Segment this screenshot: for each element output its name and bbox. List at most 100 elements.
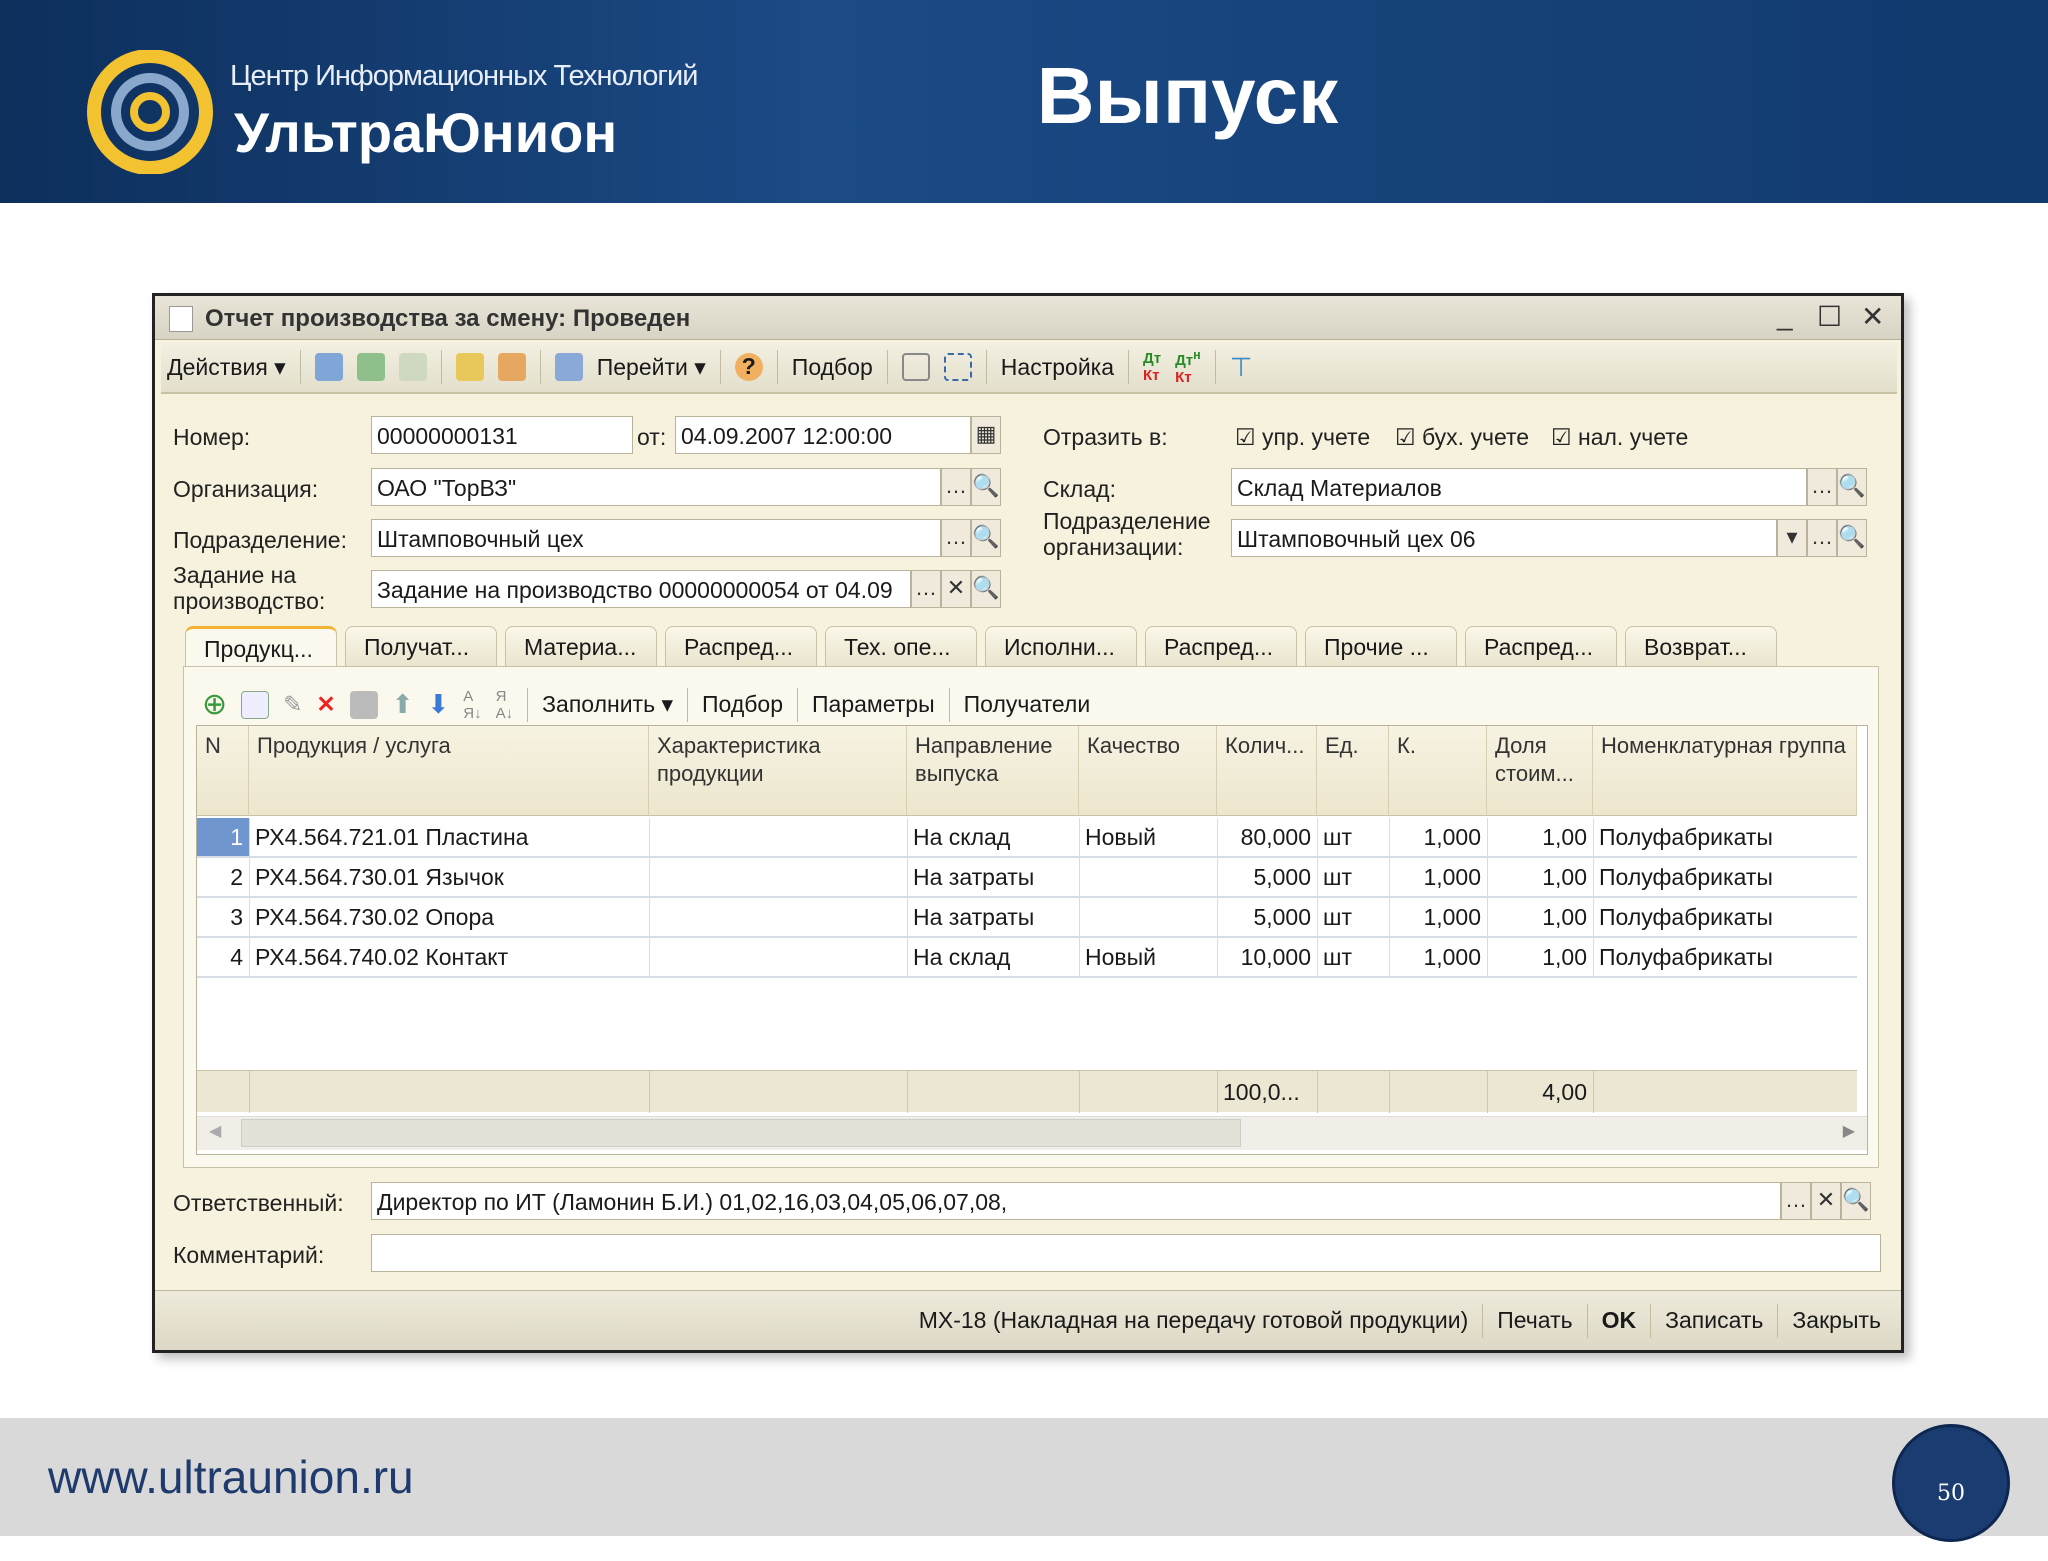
task-clear-icon[interactable]: ✕ <box>941 570 971 608</box>
warehouse-search-icon[interactable]: 🔍 <box>1837 468 1867 506</box>
org-dept-select-button[interactable]: … <box>1807 519 1837 557</box>
check-tax[interactable]: ☑ нал. учете <box>1551 424 1688 450</box>
sort-desc-icon[interactable]: Я А↓ <box>496 688 514 722</box>
delete-icon[interactable]: ✕ <box>316 691 335 718</box>
goto-menu[interactable]: Перейти ▾ <box>597 354 706 381</box>
slide-header: Центр Информационных Технологий УльтраЮн… <box>0 0 2048 203</box>
org-field[interactable]: ОАО "ТорВЗ" <box>371 468 941 506</box>
check-mgmt[interactable]: ☑ упр. учете <box>1235 424 1370 450</box>
tab-materials[interactable]: Материа... <box>505 626 657 666</box>
structure-icon[interactable] <box>554 353 583 381</box>
scroll-right-icon[interactable]: ▶ <box>1843 1121 1855 1141</box>
ok-button[interactable]: OK <box>1602 1307 1637 1334</box>
copy-icon[interactable] <box>398 353 427 381</box>
check-acct[interactable]: ☑ бух. учете <box>1395 424 1529 450</box>
org-select-button[interactable]: … <box>941 468 971 506</box>
settings-button[interactable]: Настройка <box>1001 354 1114 381</box>
dt-kt-icon[interactable]: Дт Кт <box>1143 350 1161 384</box>
print-button[interactable]: Печать <box>1497 1307 1572 1334</box>
table-cell <box>649 858 907 896</box>
end-edit-icon[interactable] <box>349 690 378 719</box>
check-tax-label: нал. учете <box>1578 424 1689 450</box>
column-header[interactable]: К. <box>1389 726 1487 816</box>
help-icon[interactable]: ? <box>734 353 763 381</box>
website-url[interactable]: www.ultraunion.ru <box>48 1450 414 1504</box>
tab-other[interactable]: Прочие ... <box>1305 626 1457 666</box>
calendar-icon[interactable]: ▦ <box>971 416 1001 454</box>
task-select-button[interactable]: … <box>911 570 941 608</box>
number-field[interactable]: 00000000131 <box>371 416 633 454</box>
tab-returns[interactable]: Возврат... <box>1625 626 1777 666</box>
parameters-button[interactable]: Параметры <box>812 691 935 718</box>
org-dept-search-icon[interactable]: 🔍 <box>1837 519 1867 557</box>
table-row[interactable]: 2 РХ4.564.730.01 Язычок На затраты 5,000 шт 1… <box>197 858 1857 898</box>
responsible-select-button[interactable]: … <box>1781 1182 1811 1220</box>
horizontal-scrollbar[interactable]: ◀ ▶ <box>197 1116 1867 1150</box>
recipients-button[interactable]: Получатели <box>964 691 1091 718</box>
tab-tech-operations[interactable]: Тех. опе... <box>825 626 977 666</box>
warehouse-select-button[interactable]: … <box>1807 468 1837 506</box>
fill-menu[interactable]: Заполнить ▾ <box>542 691 673 718</box>
close-window-button[interactable]: ✕ <box>1861 300 1884 333</box>
comment-field[interactable] <box>371 1234 1881 1272</box>
filter-icon[interactable]: ⊤ <box>1230 352 1253 383</box>
task-field[interactable]: Задание на производство 00000000054 от 0… <box>371 570 911 608</box>
add-icon[interactable]: ⊕ <box>202 687 227 722</box>
minimize-button[interactable]: _ <box>1777 300 1793 332</box>
responsible-clear-icon[interactable]: ✕ <box>1811 1182 1841 1220</box>
post-icon[interactable] <box>314 353 343 381</box>
column-header[interactable]: Характеристика продукции <box>649 726 907 816</box>
column-header[interactable]: Ед. <box>1317 726 1389 816</box>
column-header[interactable]: Номенклатурная группа <box>1593 726 1857 816</box>
dt-kt-tax-icon[interactable]: Дтн Кт <box>1175 348 1201 386</box>
dept-label: Подразделение: <box>173 527 347 553</box>
org-search-icon[interactable]: 🔍 <box>971 468 1001 506</box>
tab-recipients[interactable]: Получат... <box>345 626 497 666</box>
table-cell: РХ4.564.740.02 Контакт <box>255 944 509 970</box>
refresh-icon[interactable] <box>356 353 385 381</box>
sort-asc-icon[interactable]: А Я↓ <box>463 688 481 722</box>
dept-search-icon[interactable]: 🔍 <box>971 519 1001 557</box>
table-selection-button[interactable]: Подбор <box>702 691 783 718</box>
edit-icon[interactable]: ✎ <box>283 691 302 718</box>
list-icon[interactable] <box>901 353 930 381</box>
tab-distribution-3[interactable]: Распред... <box>1465 626 1617 666</box>
dept-select-button[interactable]: … <box>941 519 971 557</box>
date-field[interactable]: 04.09.2007 12:00:00 <box>675 416 971 454</box>
column-header[interactable]: Качество <box>1079 726 1217 816</box>
input-based-icon[interactable] <box>455 353 484 381</box>
move-up-icon[interactable]: ⬆ <box>392 689 414 720</box>
dept-field[interactable]: Штамповочный цех <box>371 519 941 557</box>
responsible-field[interactable]: Директор по ИТ (Ламонин Б.И.) 01,02,16,0… <box>371 1182 1781 1220</box>
org-dept-dropdown[interactable]: ▾ <box>1777 519 1807 557</box>
column-header[interactable]: N <box>197 726 249 816</box>
task-search-icon[interactable]: 🔍 <box>971 570 1001 608</box>
org-dept-field[interactable]: Штамповочный цех 06 <box>1231 519 1777 557</box>
move-down-icon[interactable]: ⬇ <box>428 689 450 720</box>
columns-icon[interactable] <box>943 353 972 381</box>
responsible-search-icon[interactable]: 🔍 <box>1841 1182 1871 1220</box>
tab-executors[interactable]: Исполни... <box>985 626 1137 666</box>
copy-row-icon[interactable] <box>241 690 270 719</box>
warehouse-field[interactable]: Склад Материалов <box>1231 468 1807 506</box>
column-header[interactable]: Продукция / услуга <box>249 726 649 816</box>
table-row[interactable]: 1 РХ4.564.721.01 Пластина На склад Новый 80,… <box>197 818 1857 858</box>
scroll-left-icon[interactable]: ◀ <box>209 1121 221 1141</box>
table-row[interactable]: 3 РХ4.564.730.02 Опора На затраты 5,000 шт 1,… <box>197 898 1857 938</box>
column-header[interactable]: Направление выпуска <box>907 726 1079 816</box>
mx18-print-button[interactable]: МХ-18 (Накладная на передачу готовой про… <box>919 1307 1469 1334</box>
save-button[interactable]: Записать <box>1665 1307 1763 1334</box>
brand-subtitle: Центр Информационных Технологий <box>230 60 698 92</box>
column-header[interactable]: Колич... <box>1217 726 1317 816</box>
actions-menu[interactable]: Действия ▾ <box>167 354 286 381</box>
tab-distribution-1[interactable]: Распред... <box>665 626 817 666</box>
tab-products[interactable]: Продукц... <box>185 626 337 666</box>
scrollbar-thumb[interactable] <box>241 1119 1241 1147</box>
tab-distribution-2[interactable]: Распред... <box>1145 626 1297 666</box>
selection-button[interactable]: Подбор <box>792 354 873 381</box>
column-header[interactable]: Доля стоим... <box>1487 726 1593 816</box>
output-based-icon[interactable] <box>497 353 526 381</box>
maximize-button[interactable]: ☐ <box>1817 300 1842 333</box>
table-row[interactable]: 4 РХ4.564.740.02 Контакт На склад Новый 10,0… <box>197 938 1857 978</box>
close-button[interactable]: Закрыть <box>1792 1307 1881 1334</box>
